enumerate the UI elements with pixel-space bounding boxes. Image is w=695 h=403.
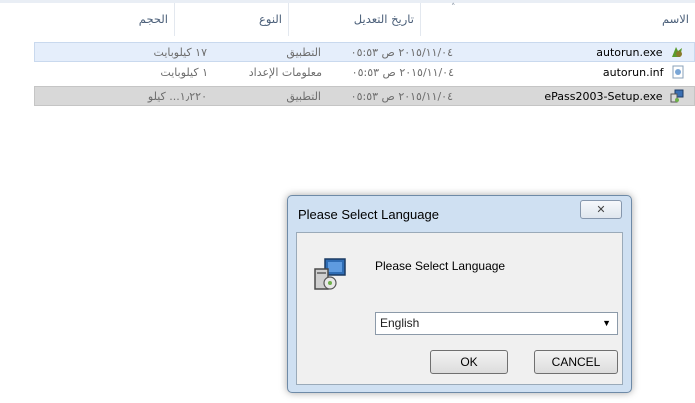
close-icon: ✕: [596, 203, 606, 216]
file-name: autorun.inf: [602, 66, 664, 79]
file-name: autorun.exe: [596, 46, 663, 59]
file-row[interactable]: autorun.inf ٢٠١٥/١١/٠٤ ص ٠٥:٥٣ معلومات ا…: [34, 63, 695, 83]
dialog-prompt: Please Select Language: [375, 259, 506, 273]
file-name-cell: autorun.inf: [435, 63, 685, 83]
installer-icon: [670, 89, 684, 103]
ok-button[interactable]: OK: [430, 350, 508, 374]
file-name-cell: autorun.exe: [434, 43, 684, 63]
file-type: معلومات الإعداد: [248, 66, 322, 79]
file-date: ٢٠١٥/١١/٠٤ ص ٠٥:٥٣: [350, 90, 453, 103]
language-select[interactable]: English ▼: [375, 312, 618, 335]
file-row[interactable]: ePass2003-Setup.exe ٢٠١٥/١١/٠٤ ص ٠٥:٥٣ ا…: [34, 86, 695, 106]
column-header-size[interactable]: الحجم: [0, 3, 174, 36]
cancel-button[interactable]: CANCEL: [534, 350, 618, 374]
column-header-type[interactable]: النوع: [174, 3, 288, 36]
close-button[interactable]: ✕: [580, 200, 622, 219]
file-name: ePass2003-Setup.exe: [544, 90, 663, 103]
file-type: التطبيق: [286, 46, 321, 59]
file-date: ٢٠١٥/١١/٠٤ ص ٠٥:٥٣: [351, 66, 454, 79]
column-header-name[interactable]: الاسم: [420, 3, 695, 36]
file-row[interactable]: autorun.exe ٢٠١٥/١١/٠٤ ص ٠٥:٥٣ التطبيق ١…: [34, 42, 695, 62]
column-header: ˄ الاسم تاريخ التعديل النوع الحجم: [0, 3, 695, 36]
setup-app-icon: [672, 47, 682, 57]
settings-file-icon: [672, 65, 684, 79]
file-size: ١٫٢٢٠... كيلو: [147, 90, 207, 103]
column-header-date[interactable]: تاريخ التعديل: [288, 3, 420, 36]
installer-icon: [314, 258, 346, 290]
file-size: ١ كيلوبايت: [160, 66, 208, 79]
dialog-body: Please Select Language English ▼ OK CANC…: [296, 232, 623, 385]
file-size: ١٧ كيلوبايت: [153, 46, 207, 59]
file-date: ٢٠١٥/١١/٠٤ ص ٠٥:٥٣: [350, 46, 453, 59]
file-name-cell: ePass2003-Setup.exe: [434, 87, 684, 107]
dialog-title: Please Select Language: [298, 207, 439, 222]
dropdown-arrow-icon[interactable]: ▼: [602, 313, 611, 334]
file-type: التطبيق: [286, 90, 321, 103]
language-select-value: English: [380, 316, 420, 330]
language-dialog: Please Select Language ✕ Please Select L…: [287, 195, 632, 393]
